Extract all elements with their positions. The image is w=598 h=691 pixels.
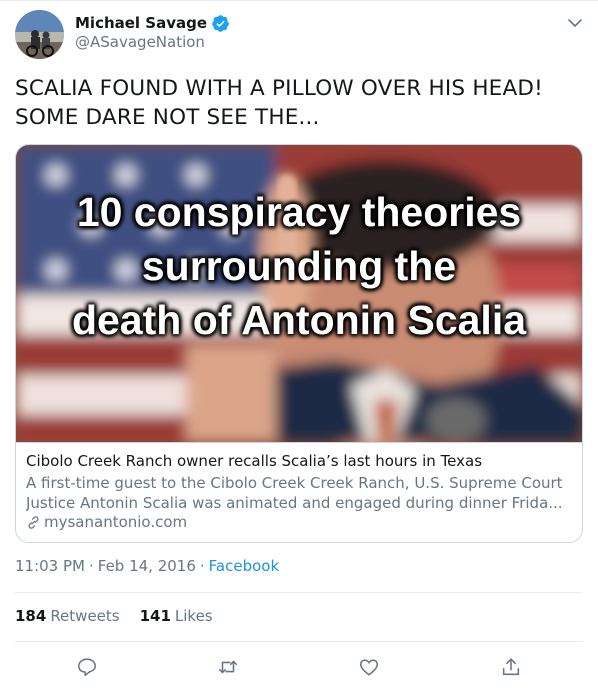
retweets-label: Retweets [50,607,120,625]
display-name[interactable]: Michael Savage [75,14,207,32]
meta-separator: · [88,557,94,575]
tweet: Michael Savage @ASavageNation SCALIA FOU… [0,0,598,691]
card-description: A first-time guest to the Cibolo Creek C… [26,473,571,513]
share-icon[interactable] [500,656,522,678]
link-icon [28,515,39,529]
tweet-actions [0,654,598,684]
card-image-headline: 10 conspiracy theories surrounding the d… [16,185,582,347]
link-card[interactable]: 10 conspiracy theories surrounding the d… [15,144,583,543]
likes-label: Likes [174,607,213,625]
avatar[interactable] [15,10,64,59]
tweet-meta: 11:03 PM · Feb 14, 2016 · Facebook [15,557,279,575]
tweet-source[interactable]: Facebook [209,557,279,575]
tweet-date[interactable]: Feb 14, 2016 [98,557,196,575]
card-domain-text: mysanantonio.com [44,513,188,531]
card-image-text: surrounding the [141,243,457,289]
verified-badge-icon [211,14,230,33]
name-row: Michael Savage [75,12,230,34]
reply-icon[interactable] [76,656,98,678]
tweet-text-line: SOME DARE NOT SEE THE... [15,105,320,130]
meta-separator: · [199,557,205,575]
heart-icon[interactable] [358,656,380,678]
retweets-count: 184 [15,607,47,625]
divider [15,641,583,642]
tweet-text: SCALIA FOUND WITH A PILLOW OVER HIS HEAD… [15,74,585,132]
divider [15,592,583,593]
tweet-stats: 184 Retweets 141 Likes [15,607,233,625]
likes-stat[interactable]: 141 Likes [140,607,213,625]
chevron-down-icon[interactable] [566,14,584,32]
card-image-text: death of Antonin Scalia [71,297,527,343]
retweet-icon[interactable] [217,656,239,678]
card-image[interactable]: 10 conspiracy theories surrounding the d… [16,145,582,442]
top-border [0,0,598,1]
card-image-text: 10 conspiracy theories [76,189,522,235]
tweet-text-line: SCALIA FOUND WITH A PILLOW OVER HIS HEAD… [15,76,543,101]
card-description-line: A first-time guest to the Cibolo Creek C… [26,474,563,492]
likes-count: 141 [139,607,171,625]
card-title[interactable]: Cibolo Creek Ranch owner recalls Scalia’… [26,452,482,470]
handle[interactable]: @ASavageNation [75,33,205,51]
tweet-time[interactable]: 11:03 PM [15,557,85,575]
card-body[interactable]: Cibolo Creek Ranch owner recalls Scalia’… [16,442,582,542]
retweets-stat[interactable]: 184 Retweets [15,607,120,625]
card-domain[interactable]: mysanantonio.com [26,513,187,531]
card-description-line: Justice Antonin Scalia was animated and … [26,494,563,512]
